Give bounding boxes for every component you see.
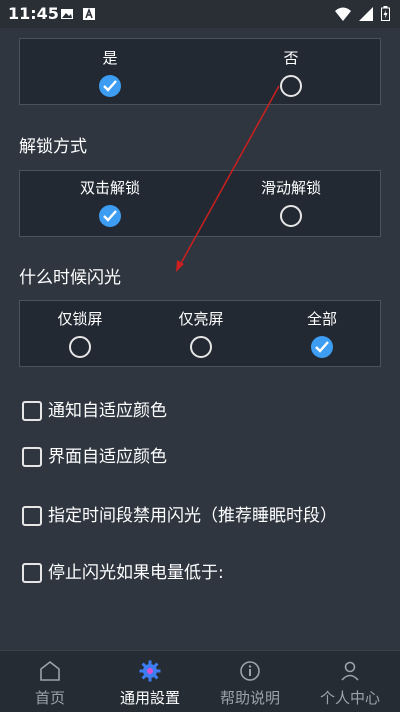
option-double-tap-unlock[interactable]: 双击解锁: [60, 179, 160, 227]
nav-label-general-settings: 通用設置: [119, 689, 180, 707]
app-notification-icon: [82, 6, 96, 25]
unlock-panel: 双击解锁 滑动解锁: [19, 170, 381, 237]
checkbox-label: 指定时间段禁用闪光（推荐睡眠时段）: [48, 506, 337, 526]
option-slide-label: 滑动解锁: [260, 179, 321, 197]
wifi-icon: [335, 6, 351, 25]
checkbox-row-disable-flash-period[interactable]: 指定时间段禁用闪光（推荐睡眠时段）: [22, 505, 337, 527]
option-double-tap-label: 双击解锁: [79, 179, 140, 197]
status-time: 11:45: [8, 4, 59, 23]
option-lockscreen-only-label: 仅锁屏: [57, 310, 103, 328]
nav-label-profile: 个人中心: [319, 689, 380, 707]
info-icon: [240, 661, 260, 681]
option-all-label: 全部: [306, 310, 337, 328]
person-icon: [341, 661, 359, 681]
image-notification-icon: [60, 6, 74, 25]
radio-checked-icon[interactable]: [99, 205, 121, 227]
checkbox-row-notification-adaptive-color[interactable]: 通知自适应颜色: [22, 400, 167, 422]
checkbox[interactable]: [22, 401, 42, 421]
gear-icon: [139, 660, 161, 682]
flash-when-section-title: 什么时候闪光: [19, 268, 121, 288]
checkbox-row-ui-adaptive-color[interactable]: 界面自适应颜色: [22, 446, 167, 468]
nav-item-help[interactable]: 帮助说明: [200, 651, 300, 712]
option-no-label: 否: [283, 49, 299, 67]
checkbox[interactable]: [22, 447, 42, 467]
checkbox-label: 界面自适应颜色: [48, 447, 167, 467]
home-icon: [40, 660, 60, 681]
battery-icon: [381, 6, 390, 25]
radio-checked-icon[interactable]: [311, 336, 333, 358]
checkbox[interactable]: [22, 506, 42, 526]
option-lockscreen-only[interactable]: 仅锁屏: [30, 310, 130, 358]
nav-label-help: 帮助说明: [219, 689, 280, 707]
yes-no-panel: 是 否: [19, 38, 381, 105]
flash-when-panel: 仅锁屏 仅亮屏 全部: [19, 300, 381, 367]
checkbox-row-stop-flash-low-battery[interactable]: 停止闪光如果电量低于:: [22, 562, 224, 584]
nav-item-general-settings[interactable]: 通用設置: [100, 651, 200, 712]
option-yes[interactable]: 是: [60, 49, 160, 97]
option-no[interactable]: 否: [241, 49, 341, 97]
checkbox-label: 通知自适应颜色: [48, 401, 167, 421]
status-bar: 11:45: [0, 0, 400, 28]
option-screen-on-only[interactable]: 仅亮屏: [151, 310, 251, 358]
signal-icon: [359, 6, 373, 25]
nav-item-profile[interactable]: 个人中心: [300, 651, 400, 712]
option-all[interactable]: 全部: [272, 310, 372, 358]
bottom-navigation: 首页 通用設置 帮助说明 个人中心: [0, 650, 400, 712]
unlock-section-title: 解锁方式: [19, 137, 87, 157]
option-screen-on-only-label: 仅亮屏: [178, 310, 224, 328]
nav-item-home[interactable]: 首页: [0, 651, 100, 712]
radio-unchecked-icon[interactable]: [280, 75, 302, 97]
checkbox[interactable]: [22, 563, 42, 583]
option-slide-unlock[interactable]: 滑动解锁: [241, 179, 341, 227]
radio-unchecked-icon[interactable]: [280, 205, 302, 227]
radio-unchecked-icon[interactable]: [190, 336, 212, 358]
nav-label-home: 首页: [34, 689, 65, 707]
radio-unchecked-icon[interactable]: [69, 336, 91, 358]
radio-checked-icon[interactable]: [99, 75, 121, 97]
option-yes-label: 是: [102, 49, 118, 67]
checkbox-label: 停止闪光如果电量低于:: [48, 563, 224, 583]
